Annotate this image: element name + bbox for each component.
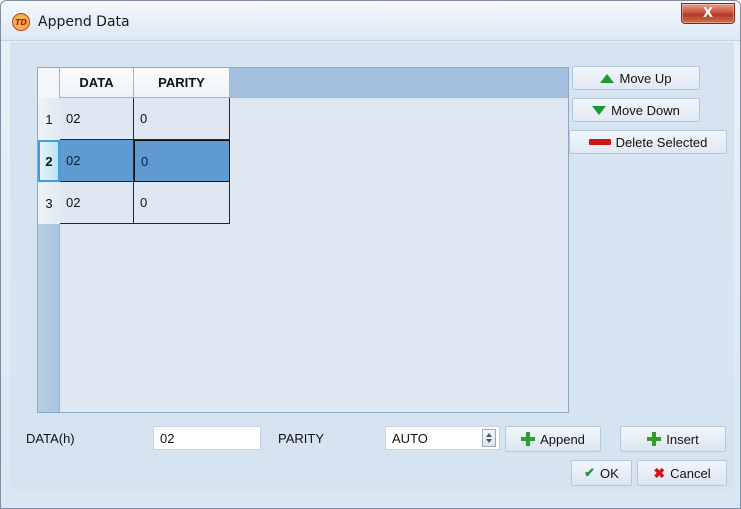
insert-button[interactable]: Insert xyxy=(620,426,726,452)
minus-icon xyxy=(588,139,611,145)
spinner-arrows[interactable] xyxy=(482,429,496,447)
append-button[interactable]: Append xyxy=(505,426,601,452)
x-icon: ✖ xyxy=(653,464,666,481)
cancel-label: Cancel xyxy=(670,465,711,481)
row-number[interactable]: 1 xyxy=(38,98,60,140)
append-data-dialog: TD Append Data X DATA PARITY 1 02 0 2 02… xyxy=(0,0,741,509)
move-down-label: Move Down xyxy=(611,102,680,118)
check-icon: ✔ xyxy=(584,465,596,480)
data-field-label: DATA(h) xyxy=(26,431,75,446)
table-cell-parity-selected[interactable]: 0 xyxy=(134,140,230,182)
table-cell-data[interactable]: 02 xyxy=(60,98,134,140)
table-cell-parity[interactable]: 0 xyxy=(134,98,230,140)
table-cell-data-selected[interactable]: 02 xyxy=(60,140,134,182)
cancel-button[interactable]: ✖ Cancel xyxy=(637,460,727,486)
table-cell-data[interactable]: 02 xyxy=(60,182,134,224)
dialog-body: DATA PARITY 1 02 0 2 02 0 3 02 0 Move Up… xyxy=(10,42,734,490)
parity-value: AUTO xyxy=(392,431,428,446)
move-up-button[interactable]: Move Up xyxy=(572,66,700,90)
delete-selected-label: Delete Selected xyxy=(615,134,708,150)
parity-spinner[interactable]: AUTO xyxy=(385,426,500,450)
delete-selected-button[interactable]: Delete Selected xyxy=(569,130,727,154)
spin-up-icon[interactable] xyxy=(486,433,492,437)
spin-down-icon[interactable] xyxy=(486,439,492,443)
plus-icon xyxy=(647,432,662,446)
data-input[interactable] xyxy=(153,426,261,450)
window-title: Append Data xyxy=(38,14,130,30)
parity-field-label: PARITY xyxy=(278,431,324,446)
insert-label: Insert xyxy=(666,431,699,447)
plus-icon xyxy=(521,432,536,446)
row-number[interactable]: 3 xyxy=(38,182,60,224)
move-up-label: Move Up xyxy=(619,70,672,86)
append-label: Append xyxy=(540,431,585,447)
ok-label: OK xyxy=(600,465,619,481)
move-down-button[interactable]: Move Down xyxy=(572,98,700,122)
title-bar: TD Append Data X xyxy=(1,1,740,41)
row-number-selected[interactable]: 2 xyxy=(38,140,60,182)
arrow-down-icon xyxy=(592,105,607,115)
app-logo-icon: TD xyxy=(12,13,30,31)
close-button[interactable]: X xyxy=(681,3,735,24)
ok-button[interactable]: ✔ OK xyxy=(571,460,632,486)
data-grid[interactable]: DATA PARITY 1 02 0 2 02 0 3 02 0 xyxy=(37,67,569,413)
grid-corner-cell[interactable] xyxy=(38,68,60,98)
column-header-data[interactable]: DATA xyxy=(60,68,134,98)
arrow-up-icon xyxy=(600,73,615,83)
table-cell-parity[interactable]: 0 xyxy=(134,182,230,224)
column-header-parity[interactable]: PARITY xyxy=(134,68,230,98)
